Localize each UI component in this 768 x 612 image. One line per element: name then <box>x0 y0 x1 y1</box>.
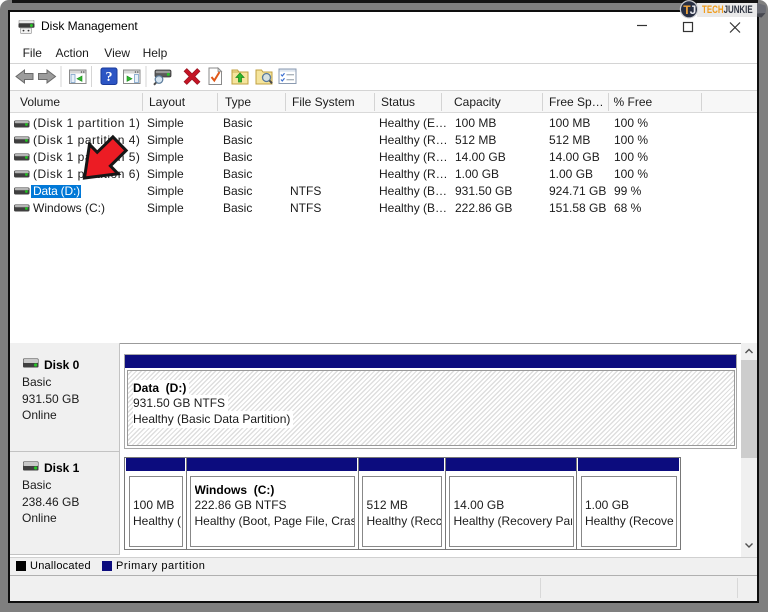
svg-text:?: ? <box>106 70 113 85</box>
svg-text:J: J <box>690 3 697 17</box>
